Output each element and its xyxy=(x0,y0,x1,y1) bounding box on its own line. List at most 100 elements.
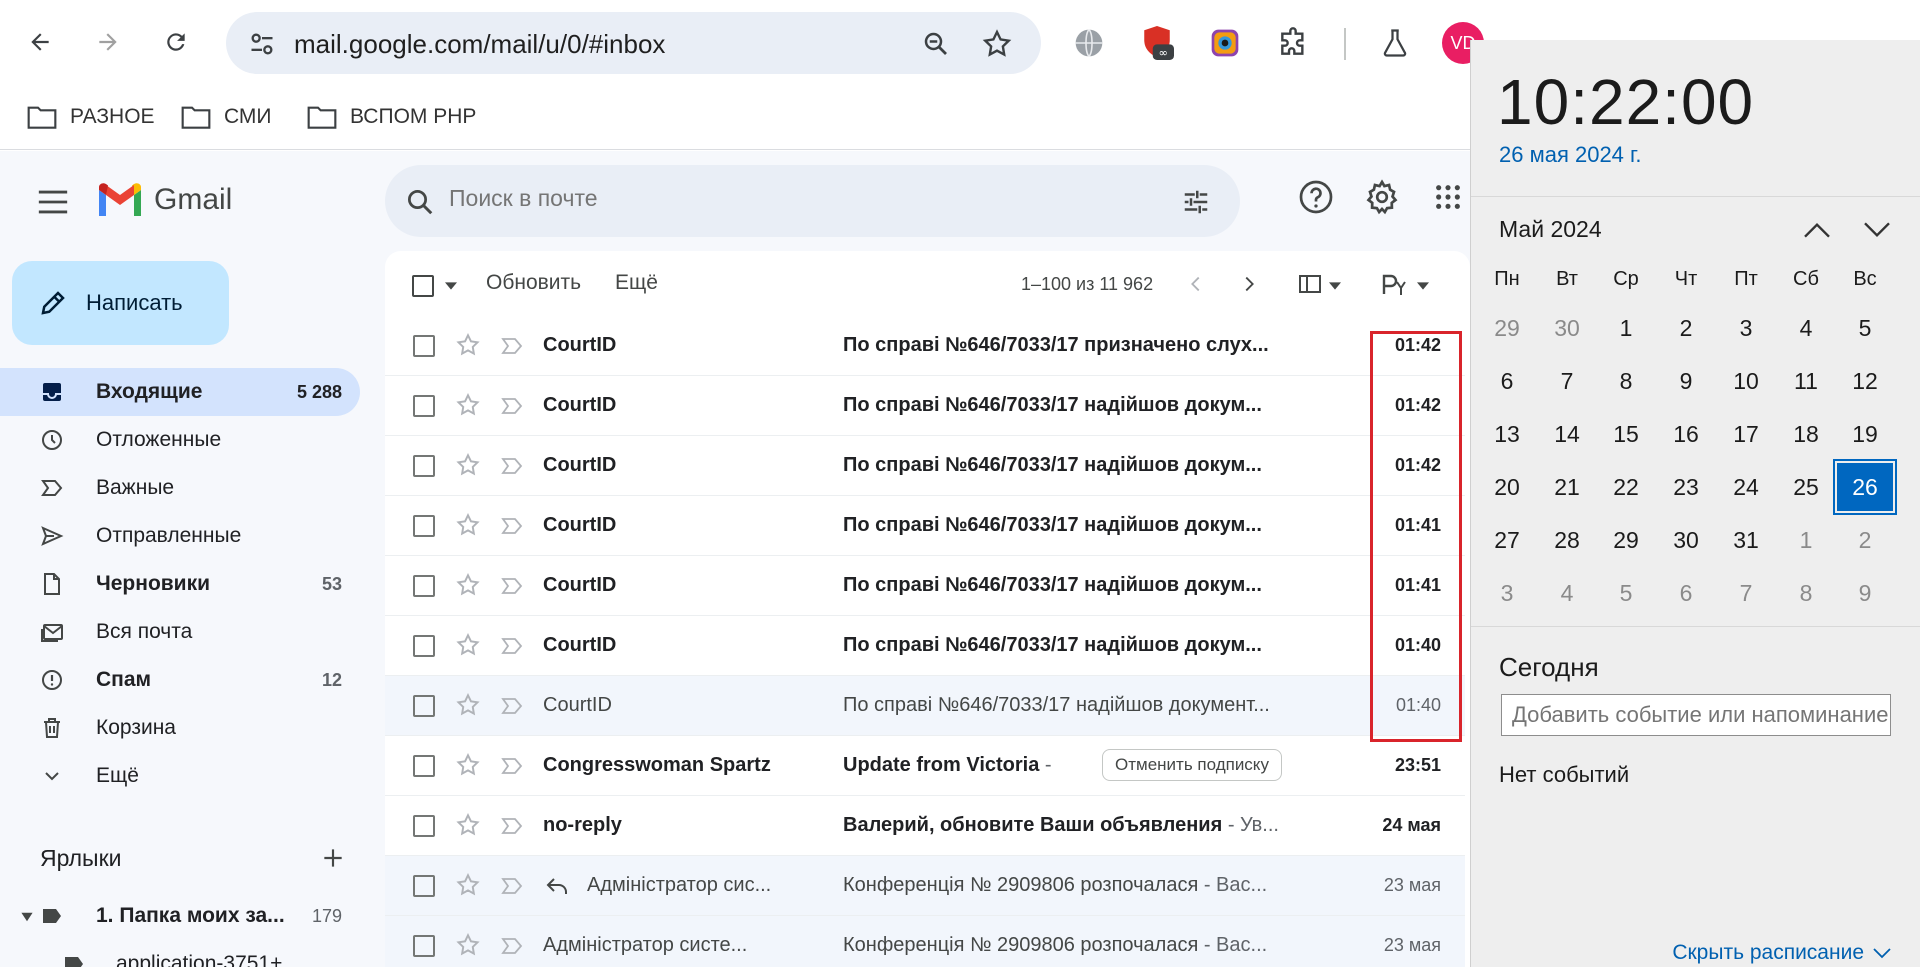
calendar-day[interactable]: 12 xyxy=(1837,357,1893,405)
calendar-day-today[interactable]: 26 xyxy=(1833,459,1897,515)
hide-schedule-link[interactable]: Скрыть расписание xyxy=(1672,941,1892,965)
calendar-day[interactable]: 15 xyxy=(1598,410,1654,458)
row-checkbox[interactable] xyxy=(413,935,435,957)
calendar-day[interactable]: 21 xyxy=(1539,463,1595,511)
forward-button[interactable] xyxy=(88,22,128,62)
extension-globe[interactable] xyxy=(1070,24,1108,62)
calendar-day[interactable]: 8 xyxy=(1598,357,1654,405)
prev-page-icon[interactable] xyxy=(1185,273,1207,295)
calendar-day[interactable]: 10 xyxy=(1718,357,1774,405)
star-icon[interactable] xyxy=(455,932,481,958)
compose-button[interactable]: Написать xyxy=(12,261,229,345)
calendar-day[interactable]: 28 xyxy=(1539,516,1595,564)
calendar-day[interactable]: 9 xyxy=(1837,569,1893,617)
split-pane-dropdown-icon[interactable] xyxy=(1329,281,1341,291)
calendar-day[interactable]: 30 xyxy=(1539,304,1595,352)
calendar-day[interactable]: 29 xyxy=(1479,304,1535,352)
calendar-day[interactable]: 11 xyxy=(1778,357,1834,405)
bookmark-folder-php[interactable]: ВСПОМ PHP xyxy=(306,100,476,134)
email-row[interactable]: CourtID По справі №646/7033/17 надійшов … xyxy=(385,556,1465,616)
chevron-up-icon[interactable] xyxy=(1801,218,1833,242)
email-row[interactable]: CourtID По справі №646/7033/17 надійшов … xyxy=(385,676,1465,736)
caret-down-icon[interactable] xyxy=(20,910,34,924)
mail-search-bar[interactable] xyxy=(385,165,1240,237)
important-marker-icon[interactable] xyxy=(500,334,524,358)
calendar-day[interactable]: 9 xyxy=(1658,357,1714,405)
calendar-day[interactable]: 8 xyxy=(1778,569,1834,617)
star-icon[interactable] xyxy=(455,332,481,358)
row-checkbox[interactable] xyxy=(413,875,435,897)
email-row[interactable]: CourtID По справі №646/7033/17 надійшов … xyxy=(385,436,1465,496)
calendar-day[interactable]: 31 xyxy=(1718,516,1774,564)
nav-more[interactable]: Ещё xyxy=(0,752,360,800)
nav-trash[interactable]: Корзина xyxy=(0,704,360,752)
calendar-day[interactable]: 14 xyxy=(1539,410,1595,458)
calendar-day[interactable]: 3 xyxy=(1479,569,1535,617)
calendar-day[interactable]: 4 xyxy=(1539,569,1595,617)
next-page-icon[interactable] xyxy=(1238,273,1260,295)
calendar-day[interactable]: 2 xyxy=(1837,516,1893,564)
calendar-day[interactable]: 19 xyxy=(1837,410,1893,458)
extension-shield[interactable]: ∞ xyxy=(1138,24,1176,62)
calendar-day[interactable]: 29 xyxy=(1598,516,1654,564)
site-settings-icon[interactable] xyxy=(248,30,276,58)
bookmark-star-icon[interactable] xyxy=(981,28,1013,60)
bookmark-folder-smi[interactable]: СМИ xyxy=(180,100,272,134)
calendar-day[interactable]: 18 xyxy=(1778,410,1834,458)
important-marker-icon[interactable] xyxy=(500,754,524,778)
gmail-logo[interactable]: Gmail xyxy=(96,181,232,219)
calendar-day[interactable]: 16 xyxy=(1658,410,1714,458)
back-button[interactable] xyxy=(20,22,60,62)
calendar-day[interactable]: 22 xyxy=(1598,463,1654,511)
calendar-day[interactable]: 23 xyxy=(1658,463,1714,511)
calendar-day[interactable]: 13 xyxy=(1479,410,1535,458)
label-item-folder[interactable]: 1. Папка моих за... 179 xyxy=(0,892,360,940)
star-icon[interactable] xyxy=(455,632,481,658)
email-row[interactable]: no-reply Валерий, обновите Ваши объявлен… xyxy=(385,796,1465,856)
important-marker-icon[interactable] xyxy=(500,514,524,538)
help-button[interactable] xyxy=(1298,179,1334,215)
star-icon[interactable] xyxy=(455,812,481,838)
calendar-day[interactable]: 2 xyxy=(1658,304,1714,352)
zoom-icon[interactable] xyxy=(921,29,951,59)
row-checkbox[interactable] xyxy=(413,815,435,837)
nav-inbox[interactable]: Входящие 5 288 xyxy=(0,368,360,416)
row-checkbox[interactable] xyxy=(413,515,435,537)
nav-important[interactable]: Важные xyxy=(0,464,360,512)
email-row[interactable]: CourtID По справі №646/7033/17 призначен… xyxy=(385,316,1465,376)
email-row[interactable]: CourtID По справі №646/7033/17 надійшов … xyxy=(385,496,1465,556)
star-icon[interactable] xyxy=(455,452,481,478)
email-row[interactable]: Адміністратор систе... Конференція № 290… xyxy=(385,916,1465,967)
nav-snoozed[interactable]: Отложенные xyxy=(0,416,360,464)
star-icon[interactable] xyxy=(455,752,481,778)
star-icon[interactable] xyxy=(455,512,481,538)
reload-button[interactable] xyxy=(156,22,196,62)
important-marker-icon[interactable] xyxy=(500,574,524,598)
email-row[interactable]: Адміністратор сис... Конференція № 29098… xyxy=(385,856,1465,916)
email-row[interactable]: Congresswoman Spartz Update from Victori… xyxy=(385,736,1465,796)
calendar-day[interactable]: 20 xyxy=(1479,463,1535,511)
select-all-checkbox[interactable] xyxy=(412,275,434,297)
row-checkbox[interactable] xyxy=(413,455,435,477)
calendar-day[interactable]: 25 xyxy=(1778,463,1834,511)
star-icon[interactable] xyxy=(455,872,481,898)
calendar-day[interactable]: 3 xyxy=(1718,304,1774,352)
nav-all-mail[interactable]: Вся почта xyxy=(0,608,360,656)
url-text[interactable]: mail.google.com/mail/u/0/#inbox xyxy=(294,29,665,60)
row-checkbox[interactable] xyxy=(413,695,435,717)
nav-sent[interactable]: Отправленные xyxy=(0,512,360,560)
select-dropdown-icon[interactable] xyxy=(445,281,457,291)
important-marker-icon[interactable] xyxy=(500,814,524,838)
row-checkbox[interactable] xyxy=(413,635,435,657)
row-checkbox[interactable] xyxy=(413,395,435,417)
extension-colorful[interactable] xyxy=(1206,24,1244,62)
important-marker-icon[interactable] xyxy=(500,874,524,898)
email-row[interactable]: CourtID По справі №646/7033/17 надійшов … xyxy=(385,376,1465,436)
label-item-application[interactable]: application-3751+ xyxy=(0,938,360,967)
star-icon[interactable] xyxy=(455,692,481,718)
calendar-day[interactable]: 6 xyxy=(1479,357,1535,405)
input-tools-icon[interactable] xyxy=(1381,273,1411,297)
search-options-icon[interactable] xyxy=(1180,187,1212,217)
refresh-button[interactable]: Обновить xyxy=(486,271,581,295)
row-checkbox[interactable] xyxy=(413,335,435,357)
